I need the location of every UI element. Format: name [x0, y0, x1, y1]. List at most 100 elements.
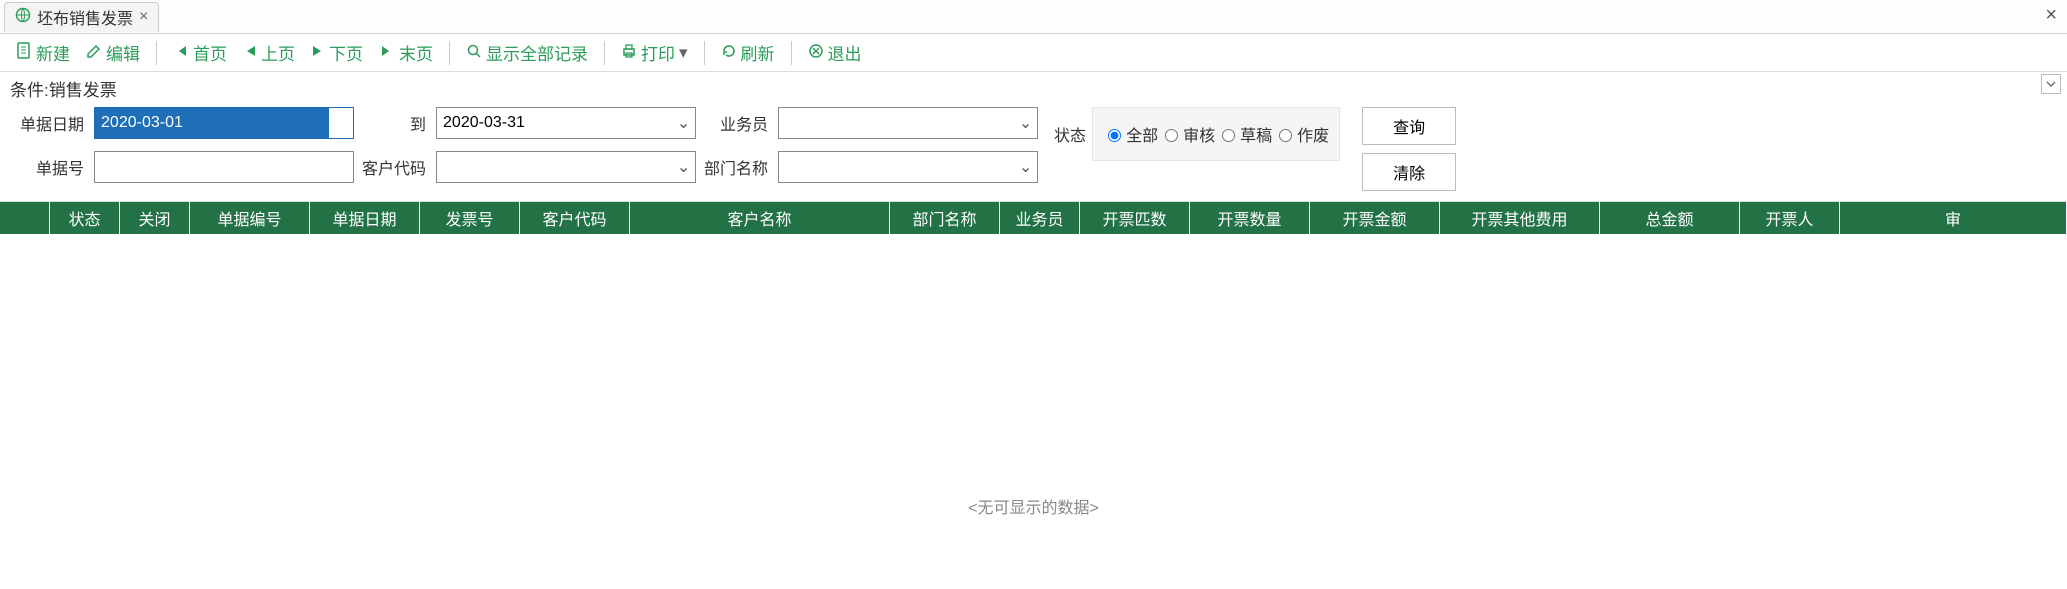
col-amount[interactable]: 开票金额 — [1310, 202, 1440, 234]
chevron-down-icon[interactable]: ⌄ — [671, 108, 695, 138]
dept-label: 部门名称 — [704, 155, 770, 179]
salesman-field[interactable]: ⌄ — [778, 107, 1038, 139]
exit-label: 退出 — [828, 40, 862, 65]
edit-button[interactable]: 编辑 — [80, 36, 146, 69]
salesman-input[interactable] — [779, 108, 1013, 138]
condition-row: 条件:销售发票 — [0, 72, 2067, 101]
col-issuer[interactable]: 开票人 — [1740, 202, 1840, 234]
print-icon — [621, 43, 637, 62]
salesman-label: 业务员 — [704, 111, 770, 135]
status-audited[interactable]: 审核 — [1160, 122, 1215, 146]
cust-code-input[interactable] — [437, 152, 671, 182]
action-buttons: 查询 清除 — [1362, 107, 1456, 191]
separator — [449, 41, 450, 65]
col-status[interactable]: 状态 — [50, 202, 120, 234]
col-cust-name[interactable]: 客户名称 — [630, 202, 890, 234]
new-label: 新建 — [36, 40, 70, 65]
search-icon — [466, 43, 482, 62]
refresh-button[interactable]: 刷新 — [715, 36, 781, 69]
col-closed[interactable]: 关闭 — [120, 202, 190, 234]
status-label: 状态 — [1054, 122, 1086, 146]
first-label: 首页 — [193, 40, 227, 65]
col-bill-no[interactable]: 单据编号 — [190, 202, 310, 234]
dept-input[interactable] — [779, 152, 1013, 182]
first-page-button[interactable]: 首页 — [167, 36, 233, 69]
status-block: 状态 全部 审核 草稿 作废 — [1054, 107, 1340, 161]
col-other-fee[interactable]: 开票其他费用 — [1440, 202, 1600, 234]
next-page-icon — [311, 43, 325, 62]
clear-button[interactable]: 清除 — [1362, 153, 1456, 191]
col-invoice-no[interactable]: 发票号 — [420, 202, 520, 234]
last-label: 末页 — [399, 40, 433, 65]
bill-date-label: 单据日期 — [20, 111, 86, 135]
showall-label: 显示全部记录 — [486, 40, 588, 65]
separator — [704, 41, 705, 65]
bill-date-to-field[interactable]: ⌄ — [436, 107, 696, 139]
show-all-button[interactable]: 显示全部记录 — [460, 36, 594, 69]
first-page-icon — [173, 43, 189, 62]
status-radio-group: 全部 审核 草稿 作废 — [1092, 107, 1340, 161]
col-qty[interactable]: 开票数量 — [1190, 202, 1310, 234]
filter-area: 单据日期 ⌄ 到 ⌄ 业务员 ⌄ 单据号 客户代码 ⌄ 部门名称 ⌄ 状 — [0, 101, 2067, 202]
last-page-button[interactable]: 末页 — [373, 36, 439, 69]
separator — [156, 41, 157, 65]
bill-date-to-input[interactable] — [437, 108, 671, 138]
empty-data-text: <无可显示的数据> — [0, 234, 2067, 558]
bill-no-field[interactable] — [94, 151, 354, 183]
prev-page-button[interactable]: 上页 — [237, 36, 301, 69]
bill-date-from-input[interactable] — [95, 108, 329, 138]
col-total[interactable]: 总金额 — [1600, 202, 1740, 234]
dept-field[interactable]: ⌄ — [778, 151, 1038, 183]
prev-label: 上页 — [261, 40, 295, 65]
chevron-down-icon[interactable]: ⌄ — [1013, 108, 1037, 138]
bill-no-input[interactable] — [95, 152, 353, 182]
exit-icon — [808, 43, 824, 62]
next-page-button[interactable]: 下页 — [305, 36, 369, 69]
bill-no-label: 单据号 — [20, 155, 86, 179]
col-bill-date[interactable]: 单据日期 — [310, 202, 420, 234]
bill-date-from-field[interactable]: ⌄ — [94, 107, 354, 139]
col-dept[interactable]: 部门名称 — [890, 202, 1000, 234]
status-void[interactable]: 作废 — [1274, 122, 1329, 146]
refresh-label: 刷新 — [741, 40, 775, 65]
edit-label: 编辑 — [106, 40, 140, 65]
collapse-icon[interactable] — [2041, 74, 2061, 94]
query-button[interactable]: 查询 — [1362, 107, 1456, 145]
last-page-icon — [379, 43, 395, 62]
tab-bar: 坯布销售发票 × × — [0, 0, 2067, 34]
toolbar: 新建 编辑 首页 上页 下页 末页 显示全部记录 打印 ▾ 刷新 退出 — [0, 34, 2067, 72]
prev-page-icon — [243, 43, 257, 62]
col-roll-qty[interactable]: 开票匹数 — [1080, 202, 1190, 234]
cust-code-label: 客户代码 — [362, 155, 428, 179]
next-label: 下页 — [329, 40, 363, 65]
cust-code-field[interactable]: ⌄ — [436, 151, 696, 183]
to-label: 到 — [362, 111, 428, 135]
tab-title: 坯布销售发票 — [37, 5, 133, 29]
separator — [604, 41, 605, 65]
new-doc-icon — [16, 42, 32, 63]
col-cust-code[interactable]: 客户代码 — [520, 202, 630, 234]
col-audit[interactable]: 审 — [1840, 202, 2067, 234]
data-table: 状态 关闭 单据编号 单据日期 发票号 客户代码 客户名称 部门名称 业务员 开… — [0, 202, 2067, 558]
chevron-down-icon[interactable]: ⌄ — [1013, 152, 1037, 182]
refresh-icon — [721, 43, 737, 62]
chevron-down-icon[interactable]: ⌄ — [671, 152, 695, 182]
chevron-down-icon[interactable]: ⌄ — [329, 108, 353, 138]
condition-label: 条件:销售发票 — [10, 76, 117, 101]
new-button[interactable]: 新建 — [10, 36, 76, 69]
separator — [791, 41, 792, 65]
print-label: 打印 — [641, 40, 675, 65]
print-button[interactable]: 打印 ▾ — [615, 36, 694, 69]
globe-icon — [15, 7, 31, 27]
exit-button[interactable]: 退出 — [802, 36, 868, 69]
close-icon[interactable]: × — [2045, 4, 2057, 27]
col-salesman[interactable]: 业务员 — [1000, 202, 1080, 234]
table-header: 状态 关闭 单据编号 单据日期 发票号 客户代码 客户名称 部门名称 业务员 开… — [0, 202, 2067, 234]
status-all[interactable]: 全部 — [1103, 122, 1158, 146]
edit-icon — [86, 43, 102, 62]
tab-close-icon[interactable]: × — [139, 8, 148, 26]
status-draft[interactable]: 草稿 — [1217, 122, 1272, 146]
col-selector[interactable] — [0, 202, 50, 234]
chevron-down-icon[interactable]: ▾ — [679, 43, 688, 63]
tab-active[interactable]: 坯布销售发票 × — [4, 2, 159, 32]
